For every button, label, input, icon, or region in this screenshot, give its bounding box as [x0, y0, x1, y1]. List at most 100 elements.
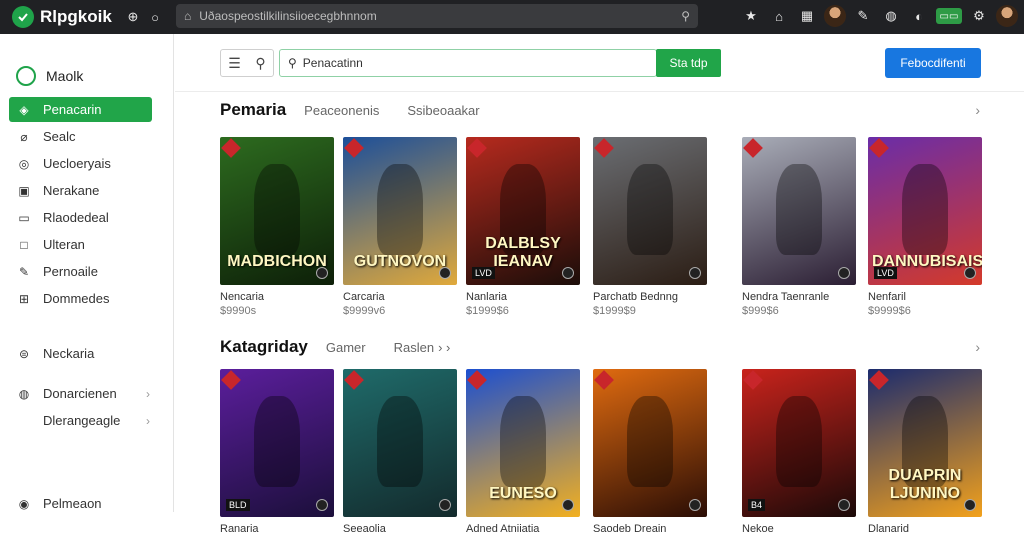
game-card[interactable]: Nendra Taenranle $999$6 [742, 137, 856, 317]
game-card[interactable]: GUTNOVON Carcaria $9999v6 [343, 137, 457, 317]
section-tab[interactable]: Ssibeoaakar [407, 103, 479, 118]
game-card[interactable]: DALBLSY IEANAV LVD Nanlaria $1999$6 [466, 137, 580, 317]
globe-icon[interactable]: ◍ [880, 5, 902, 27]
game-title[interactable]: Parchatb Bednng [593, 291, 707, 303]
game-title[interactable]: Seeaolia [343, 523, 457, 535]
sidebar-item-1[interactable]: ⌀ Sealc [9, 124, 152, 149]
character-art [776, 395, 822, 488]
sidebar-item-4[interactable]: ▭ Rlaodedeal [9, 205, 152, 230]
game-thumbnail[interactable]: DUAPRIN LJUNINO [868, 369, 982, 517]
rating-icon [964, 267, 976, 279]
game-price: $1999$6 [466, 305, 509, 317]
game-thumbnail[interactable]: BLD [220, 369, 334, 517]
rating-icon [562, 499, 574, 511]
game-thumbnail[interactable]: DANNUBISAIS LVD [868, 137, 982, 285]
pen-icon[interactable]: ✎ [852, 5, 874, 27]
notification-badge[interactable]: ▭▭ [936, 8, 962, 24]
sidebar-item-label: Rlaodedeal [43, 210, 109, 225]
sidebar-item-label: Dlerangeagle [43, 413, 121, 428]
menu-icon[interactable]: ☰ [228, 55, 241, 72]
sidebar-item-5[interactable]: □ Ulteran [9, 232, 152, 257]
search-input[interactable]: ⚲ Penacatinn [279, 49, 657, 77]
corner-tag-icon [221, 370, 241, 390]
game-thumbnail[interactable] [593, 369, 707, 517]
game-card[interactable]: Saodeb Dreain [593, 369, 707, 535]
game-title[interactable]: Carcaria [343, 291, 457, 303]
profile-avatar[interactable] [996, 5, 1018, 27]
game-card[interactable]: BLD Ranaria [220, 369, 334, 535]
game-card[interactable]: DUAPRIN LJUNINO Dlanarid [868, 369, 982, 535]
game-card[interactable]: MADBICHON Nencaria $9990s [220, 137, 334, 317]
star-icon[interactable]: ★ [740, 5, 762, 27]
game-title[interactable]: Nekoe [742, 523, 856, 535]
section-header-1: Pemaria Peaceonenis Ssibeoaakar › [220, 98, 980, 122]
chevron-pair-icon[interactable]: › › [438, 340, 450, 355]
game-title[interactable]: Nenfaril [868, 291, 982, 303]
game-title[interactable]: Dlanarid [868, 523, 982, 535]
section-title: Katagriday [220, 337, 308, 356]
url-bar[interactable]: ⌂ Uðaospeostilkilinsiioecegbhnnom ⚲ [176, 4, 698, 28]
sidebar-item-8[interactable]: ⊜ Neckaria [9, 341, 152, 366]
brand[interactable]: Rlpgkoik [0, 6, 122, 28]
section-tab[interactable]: Gamer [326, 340, 366, 355]
gift-icon: ⊞ [18, 291, 30, 306]
sidebar-item-0[interactable]: ◈ Penacarin [9, 97, 152, 122]
corner-tag-icon [869, 138, 889, 158]
sidebar-item-9[interactable]: ◍ Donarcienen › [9, 381, 152, 406]
shield-icon[interactable]: ◐ [908, 5, 930, 27]
game-title[interactable]: Ranaria [220, 523, 334, 535]
game-thumbnail[interactable] [742, 137, 856, 285]
game-title[interactable]: Adned Atniiatia [466, 523, 580, 535]
game-card[interactable]: DANNUBISAIS LVD Nenfaril $9999$6 [868, 137, 982, 317]
main-content: ☰ ⚲ ⚲ Penacatinn Sta tdp Febocdifenti Pe… [175, 34, 1024, 535]
game-title[interactable]: Saodeb Dreain [593, 523, 707, 535]
home-icon[interactable]: ⌂ [768, 5, 790, 27]
sidebar-item-label: Nerakane [43, 183, 100, 198]
game-thumbnail[interactable] [593, 137, 707, 285]
sidebar-item-3[interactable]: ▣ Nerakane [9, 178, 152, 203]
brand-name: Rlpgkoik [40, 7, 112, 26]
game-card[interactable]: B4 Nekoe [742, 369, 856, 535]
circle-icon[interactable]: ○ [144, 6, 166, 28]
game-title[interactable]: Nanlaria [466, 291, 580, 303]
sidebar-item-10[interactable]: Dlerangeagle › [9, 408, 152, 433]
game-title[interactable]: Nencaria [220, 291, 334, 303]
user-icon: ◉ [18, 496, 30, 511]
menu-search-toggle[interactable]: ☰ ⚲ [220, 49, 274, 77]
cover-art-text: GUTNOVON [353, 253, 447, 270]
game-thumbnail[interactable]: DALBLSY IEANAV LVD [466, 137, 580, 285]
game-thumbnail[interactable]: EUNESO [466, 369, 580, 517]
game-thumbnail[interactable]: GUTNOVON [343, 137, 457, 285]
game-card[interactable]: Parchatb Bednng $1999$9 [593, 137, 707, 317]
cover-art-text: MADBICHON [227, 253, 327, 270]
rating-icon [838, 267, 850, 279]
extension-icon[interactable]: ⊕ [122, 6, 144, 28]
store-icon: ◈ [19, 102, 29, 117]
grid-icon[interactable]: ▦ [796, 5, 818, 27]
chevron-right-icon[interactable]: › [975, 339, 980, 355]
game-thumbnail[interactable]: MADBICHON [220, 137, 334, 285]
section-tab[interactable]: Peaceonenis [304, 103, 379, 118]
chevron-right-icon[interactable]: › [975, 102, 980, 118]
sidebar-item-11[interactable]: ◉ Pelmeaon [9, 491, 152, 516]
search-button[interactable]: Sta tdp [656, 49, 721, 77]
game-title[interactable]: Nendra Taenranle [742, 291, 856, 303]
user-avatar[interactable] [824, 5, 846, 27]
game-price: $9999v6 [343, 305, 386, 317]
game-card[interactable]: EUNESO Adned Atniiatia [466, 369, 580, 535]
search-icon[interactable]: ⚲ [681, 9, 690, 23]
character-art [500, 395, 546, 488]
square-icon: □ [20, 237, 28, 252]
game-thumbnail[interactable] [343, 369, 457, 517]
corner-tag-icon [594, 370, 614, 390]
primary-action-button[interactable]: Febocdifenti [885, 48, 981, 78]
section-tab[interactable]: Raslen [394, 340, 434, 355]
sidebar-item-6[interactable]: ✎ Pernoaile [9, 259, 152, 284]
settings-icon[interactable]: ⚙ [968, 5, 990, 27]
game-price: $9999$6 [868, 305, 911, 317]
search-icon[interactable]: ⚲ [255, 55, 265, 72]
sidebar-item-7[interactable]: ⊞ Dommedes [9, 286, 152, 311]
game-thumbnail[interactable]: B4 [742, 369, 856, 517]
sidebar-item-2[interactable]: ◎ Uecloeryais [9, 151, 152, 176]
game-card[interactable]: Seeaolia [343, 369, 457, 535]
